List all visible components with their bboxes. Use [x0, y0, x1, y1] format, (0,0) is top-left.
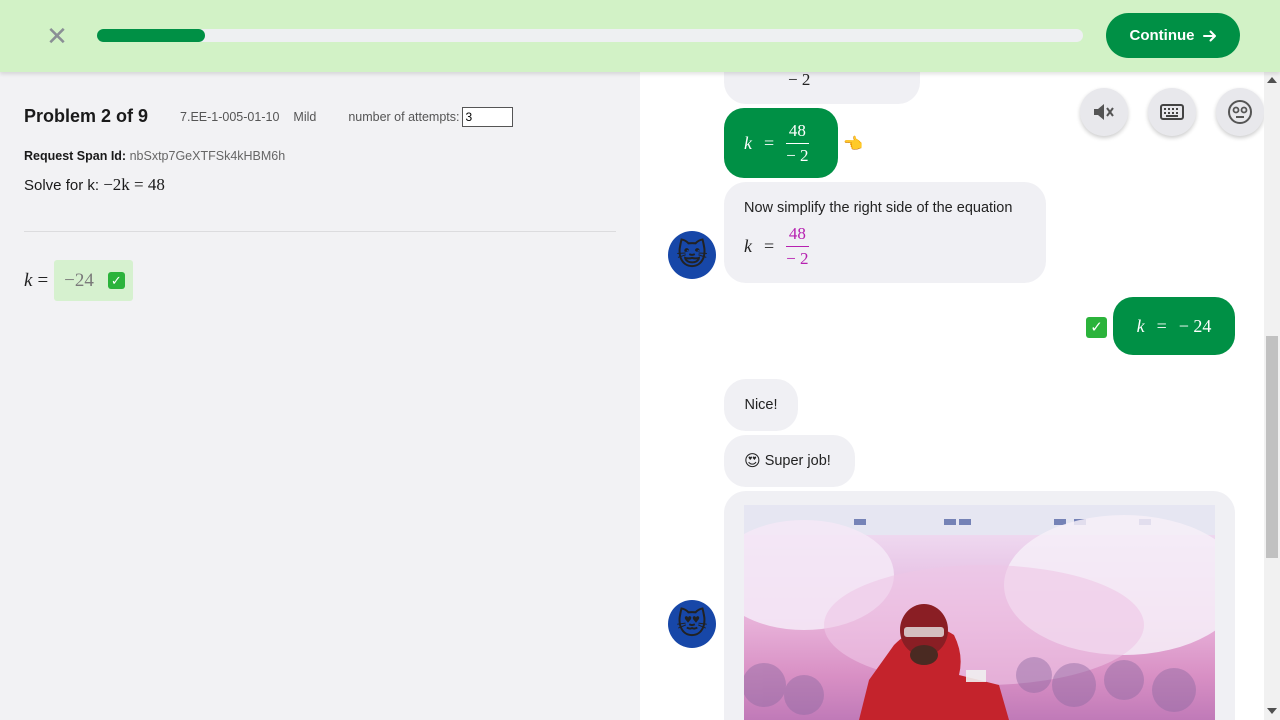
- problem-code: 7.EE-1-005-01-10: [180, 109, 280, 124]
- continue-label: Continue: [1129, 27, 1195, 44]
- chat-scrollbar[interactable]: [1264, 72, 1280, 720]
- math-equals: =: [764, 132, 775, 153]
- fraction-denominator: − 2: [786, 249, 809, 268]
- keyboard-icon: [1160, 104, 1184, 120]
- scroll-thumb[interactable]: [1266, 336, 1278, 558]
- span-label: Request Span Id:: [24, 149, 127, 163]
- heart-eyes-icon: 😍: [744, 453, 761, 470]
- fraction-denominator: − 2: [788, 72, 811, 89]
- divider: [24, 231, 616, 232]
- request-span-row: Request Span Id: nbSxtp7GeXTFSk4kHBM6h: [24, 149, 285, 163]
- mute-button[interactable]: [1080, 88, 1128, 136]
- scroll-up-arrow-icon[interactable]: [1267, 77, 1277, 83]
- continue-button[interactable]: Continue: [1106, 13, 1240, 58]
- fraction-numerator: 48: [788, 224, 806, 243]
- tutor-message: Now simplify the right side of the equat…: [744, 200, 1013, 216]
- cat-heart-eyes-icon: 😻: [676, 607, 708, 641]
- fraction-denominator: − 2: [786, 145, 809, 165]
- checkmark-icon: ✓: [1086, 317, 1107, 338]
- tutor-message: Nice!: [744, 397, 778, 413]
- scroll-down-arrow-icon[interactable]: [1267, 708, 1277, 714]
- cat-face-icon: 😺: [676, 238, 708, 272]
- math-equals: =: [764, 236, 775, 256]
- top-bar: ✕ Continue: [0, 0, 1280, 72]
- math-variable: k: [744, 132, 752, 153]
- math-variable: k: [1136, 315, 1145, 336]
- answer-value: − 24: [1178, 315, 1212, 336]
- chat-bubble-user: k = − 24: [1113, 297, 1235, 355]
- football-player-image: [744, 505, 1215, 720]
- solve-label: Solve for k:: [24, 177, 100, 194]
- problem-statement: Solve for k: −2k = 48: [24, 175, 165, 195]
- tutor-avatar: 😻: [668, 600, 716, 648]
- arrow-right-icon: [1202, 30, 1216, 41]
- face-icon: [1228, 100, 1252, 124]
- tutor-avatar: 😺: [668, 231, 716, 279]
- pointing-hand-icon: 👈: [843, 136, 863, 153]
- fraction: 48 − 2: [786, 120, 809, 166]
- face-button[interactable]: [1216, 88, 1264, 136]
- tutor-message: Super job!: [764, 453, 831, 469]
- progress-bar: [97, 29, 1083, 42]
- problem-panel: Problem 2 of 9 7.EE-1-005-01-10 Mild num…: [0, 72, 640, 720]
- close-icon: ✕: [46, 21, 68, 51]
- attempts-label: number of attempts:: [348, 109, 460, 124]
- fraction: 48 − 2: [786, 224, 809, 269]
- chat-bubble-user: k = 48 − 2: [724, 108, 838, 178]
- math-equals: =: [1156, 315, 1167, 336]
- problem-equation: −2k = 48: [103, 175, 165, 194]
- problem-title: Problem 2 of 9: [24, 106, 149, 126]
- difficulty-level: Mild: [293, 109, 317, 124]
- answer-equals: =: [37, 269, 49, 291]
- chat-bubble-tutor: 😍 Super job!: [724, 435, 855, 487]
- span-value: nbSxtp7GeXTFSk4kHBM6h: [129, 149, 286, 163]
- progress-fill: [97, 29, 206, 42]
- chat-bubble-tutor: − 2: [724, 72, 920, 104]
- answer-value: −24: [64, 269, 94, 291]
- chat-panel: − 2 k = 48 − 2 👈 😺 Now simplify the righ…: [640, 72, 1264, 720]
- close-button[interactable]: ✕: [44, 21, 70, 51]
- speaker-mute-icon: [1094, 104, 1114, 120]
- answer-row: k = −24 ✓: [24, 260, 133, 301]
- chat-bubble-tutor: Nice!: [724, 379, 798, 431]
- fraction-numerator: 48: [788, 120, 806, 140]
- problem-header: Problem 2 of 9 7.EE-1-005-01-10 Mild num…: [24, 106, 513, 127]
- checkmark-icon: ✓: [107, 272, 125, 289]
- answer-variable: k: [24, 269, 33, 291]
- answer-input-box[interactable]: −24 ✓: [54, 260, 133, 301]
- chat-bubble-tutor: Now simplify the right side of the equat…: [724, 182, 1046, 283]
- attempts-input[interactable]: [461, 106, 513, 127]
- keyboard-button[interactable]: [1148, 88, 1196, 136]
- math-variable: k: [744, 236, 752, 256]
- celebration-gif: [744, 505, 1215, 720]
